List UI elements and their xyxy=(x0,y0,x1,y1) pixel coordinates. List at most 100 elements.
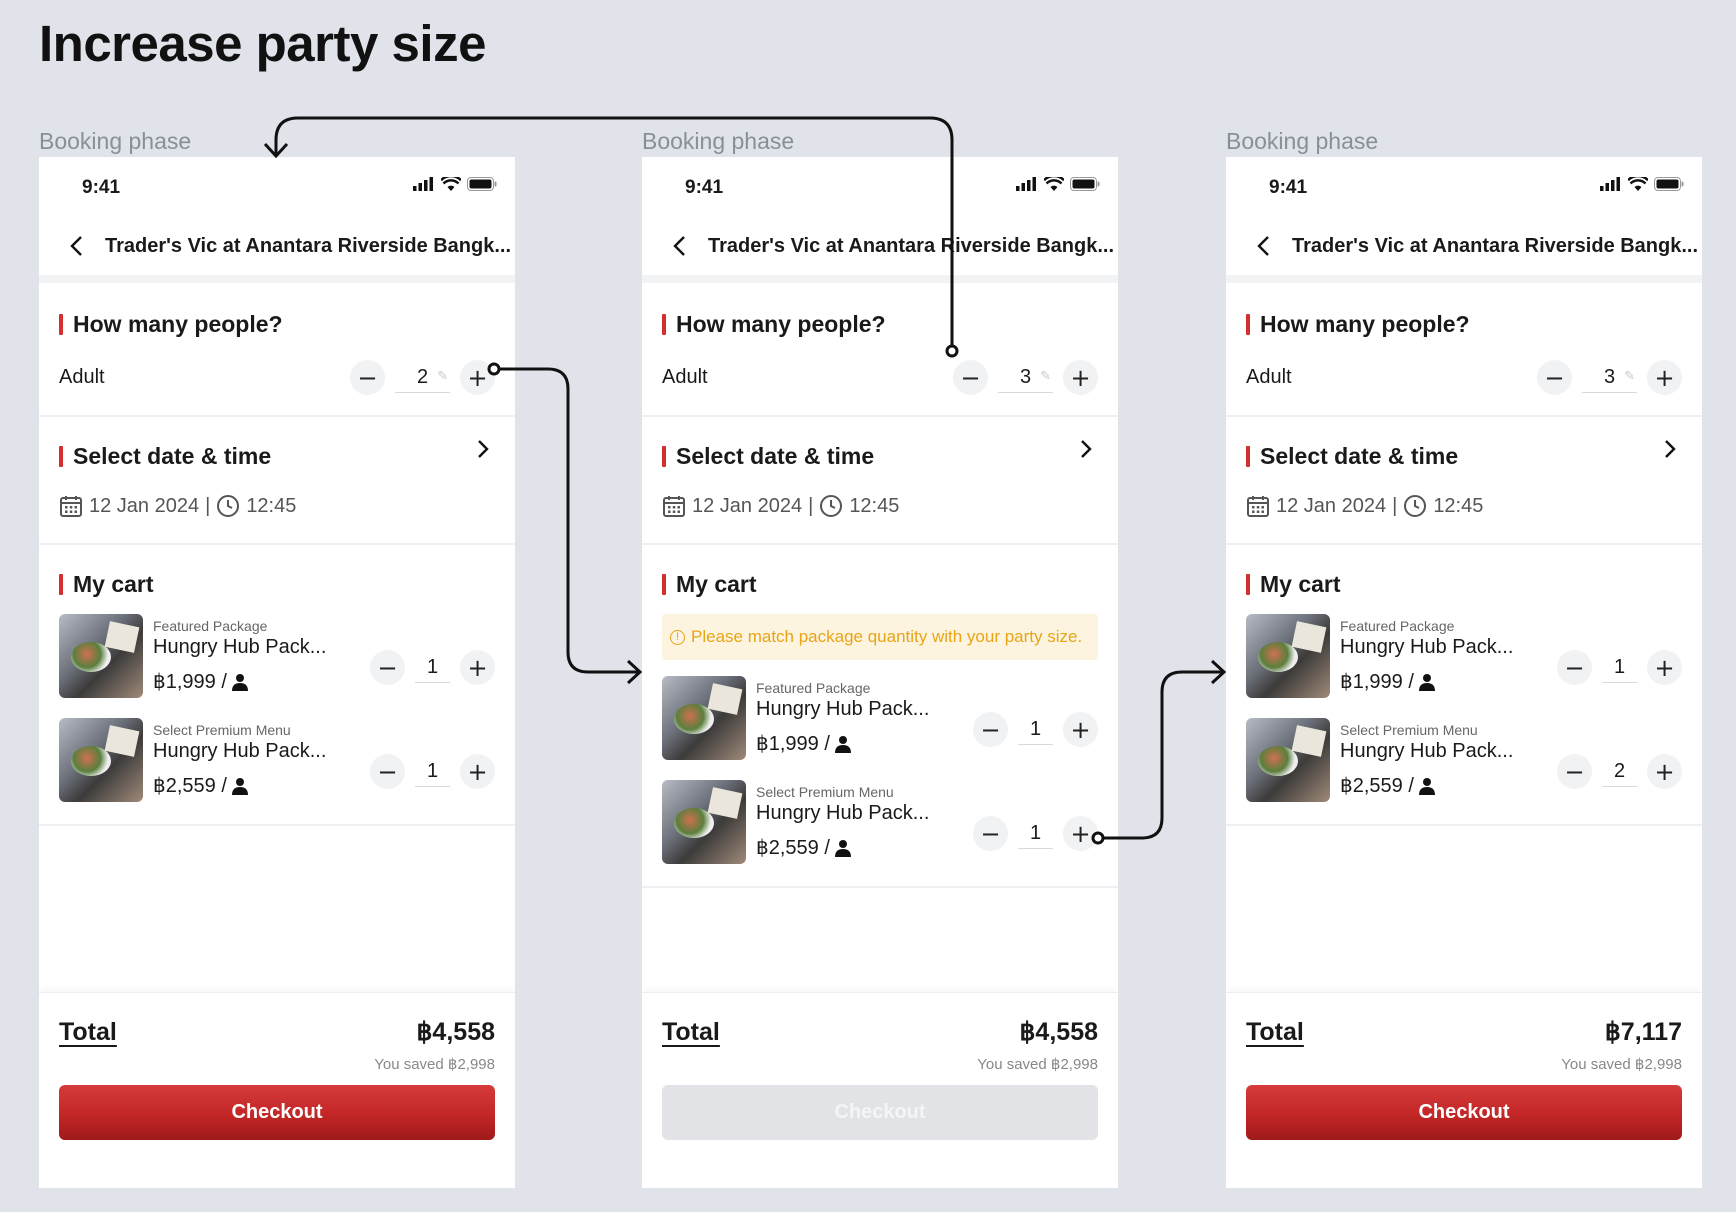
cart-item-premium: Select Premium Menu Hungry Hub Pack... ฿… xyxy=(59,708,495,812)
featured-minus-button[interactable]: − xyxy=(973,712,1008,747)
nav-bar: Trader's Vic at Anantara Riverside Bangk… xyxy=(642,217,1118,283)
checkout-label: Checkout xyxy=(231,1101,323,1123)
nav-bar: Trader's Vic at Anantara Riverside Bangk… xyxy=(39,217,515,283)
date-text: 12 Jan 2024 xyxy=(1276,494,1387,517)
time-text: 12:45 xyxy=(1433,494,1484,517)
featured-minus-button[interactable]: − xyxy=(1557,650,1592,685)
total-label[interactable]: Total xyxy=(59,1018,117,1047)
heading-label: Select date & time xyxy=(73,443,272,469)
datetime-section[interactable]: Select date & time 12 Jan 2024 | 12:45 xyxy=(39,417,515,543)
party-size-section: How many people? Adult − 3 ✎ + xyxy=(1226,283,1702,415)
adult-minus-button[interactable]: − xyxy=(953,360,988,395)
premium-qty: 1 xyxy=(426,759,439,782)
featured-qty: 1 xyxy=(1029,717,1042,740)
datetime-section[interactable]: Select date & time 12 Jan 2024 | 12:45 xyxy=(642,417,1118,543)
datetime-section[interactable]: Select date & time 12 Jan 2024 | 12:45 xyxy=(1226,417,1702,543)
premium-qty-stepper: − 1 + xyxy=(370,754,495,789)
wifi-icon xyxy=(1044,177,1064,191)
flow-arrow-3 xyxy=(1101,670,1224,840)
calendar-icon xyxy=(663,496,685,517)
total-label[interactable]: Total xyxy=(662,1018,720,1047)
adult-count-input[interactable]: 2 ✎ xyxy=(395,363,450,393)
premium-plus-button[interactable]: + xyxy=(1647,754,1682,789)
adult-plus-button[interactable]: + xyxy=(1063,360,1098,395)
plus-icon: + xyxy=(467,653,488,682)
premium-minus-button[interactable]: − xyxy=(973,816,1008,851)
page-title: Increase party size xyxy=(39,15,486,72)
cart-heading: My cart xyxy=(662,571,1098,598)
phase-label: Booking phase xyxy=(1226,128,1379,154)
package-image xyxy=(59,718,143,802)
separator: | xyxy=(205,494,211,517)
adult-count-input[interactable]: 3 ✎ xyxy=(998,363,1053,393)
adult-label: Adult xyxy=(662,366,708,388)
status-bar: 9:41 xyxy=(1226,157,1702,217)
checkout-button[interactable]: Checkout xyxy=(1246,1085,1682,1140)
featured-qty-input[interactable]: 1 xyxy=(415,653,450,683)
featured-minus-button[interactable]: − xyxy=(370,650,405,685)
premium-minus-button[interactable]: − xyxy=(370,754,405,789)
featured-plus-button[interactable]: + xyxy=(1063,712,1098,747)
adult-count-input[interactable]: 3 ✎ xyxy=(1582,363,1637,393)
restaurant-name: Trader's Vic at Anantara Riverside Bangk… xyxy=(708,234,1115,257)
chevron-right-icon[interactable] xyxy=(1664,439,1676,459)
featured-qty-stepper: − 1 + xyxy=(370,650,495,685)
minus-icon: − xyxy=(357,363,378,392)
minus-icon: − xyxy=(1564,653,1585,682)
back-button[interactable] xyxy=(664,231,694,261)
battery-icon xyxy=(1654,177,1684,191)
premium-minus-button[interactable]: − xyxy=(1557,754,1592,789)
datetime-heading: Select date & time xyxy=(1246,440,1682,470)
phone-screen-3: 9:41 Trader's Vic at Anantara Riverside … xyxy=(1226,157,1702,1188)
checkout-label: Checkout xyxy=(834,1101,926,1123)
premium-qty-input[interactable]: 2 xyxy=(1602,757,1637,787)
cart-item-premium: Select Premium Menu Hungry Hub Pack... ฿… xyxy=(1246,708,1682,812)
chevron-right-icon[interactable] xyxy=(477,439,489,459)
featured-plus-button[interactable]: + xyxy=(1647,650,1682,685)
heading-label: My cart xyxy=(676,571,757,597)
premium-plus-button[interactable]: + xyxy=(1063,816,1098,851)
cart-item-premium: Select Premium Menu Hungry Hub Pack... ฿… xyxy=(662,770,1098,874)
price-text: ฿1,999 / xyxy=(756,733,830,755)
premium-plus-button[interactable]: + xyxy=(460,754,495,789)
adult-minus-button[interactable]: − xyxy=(350,360,385,395)
adult-plus-button[interactable]: + xyxy=(460,360,495,395)
minus-icon: − xyxy=(960,363,981,392)
featured-qty-stepper: − 1 + xyxy=(973,712,1098,747)
phone-screen-2: 9:41 Trader's Vic at Anantara Riverside … xyxy=(642,157,1118,1188)
warning-text: Please match package quantity with your … xyxy=(691,627,1083,646)
back-button[interactable] xyxy=(61,231,91,261)
featured-qty-input[interactable]: 1 xyxy=(1018,715,1053,745)
party-size-heading: How many people? xyxy=(662,311,1098,338)
adult-row: Adult − 2 ✎ + xyxy=(59,360,495,395)
premium-qty-input[interactable]: 1 xyxy=(415,757,450,787)
featured-plus-button[interactable]: + xyxy=(460,650,495,685)
party-size-heading: How many people? xyxy=(1246,311,1682,338)
premium-qty: 2 xyxy=(1613,759,1626,782)
package-image xyxy=(1246,718,1330,802)
phone-screen-1: 9:41 Trader's Vic at Anantara Riverside … xyxy=(39,157,515,1188)
back-button[interactable] xyxy=(1248,231,1278,261)
adult-minus-button[interactable]: − xyxy=(1537,360,1572,395)
checkout-button[interactable]: Checkout xyxy=(662,1085,1098,1140)
checkout-button[interactable]: Checkout xyxy=(59,1085,495,1140)
package-image xyxy=(662,676,746,760)
datetime-value: 12 Jan 2024 | 12:45 xyxy=(662,494,1098,518)
price-text: ฿2,559 / xyxy=(756,837,830,859)
calendar-icon xyxy=(60,496,82,517)
plus-icon: + xyxy=(467,363,488,392)
plus-icon: + xyxy=(1654,363,1675,392)
status-time: 9:41 xyxy=(1269,177,1308,198)
featured-qty-input[interactable]: 1 xyxy=(1602,653,1637,683)
premium-qty-input[interactable]: 1 xyxy=(1018,819,1053,849)
restaurant-name: Trader's Vic at Anantara Riverside Bangk… xyxy=(105,234,512,257)
minus-icon: − xyxy=(980,819,1001,848)
premium-qty-stepper: − 1 + xyxy=(973,816,1098,851)
total-label[interactable]: Total xyxy=(1246,1018,1304,1047)
plus-icon: + xyxy=(1070,363,1091,392)
premium-qty-stepper: − 2 + xyxy=(1557,754,1682,789)
chevron-right-icon[interactable] xyxy=(1080,439,1092,459)
featured-qty: 1 xyxy=(426,655,439,678)
adult-plus-button[interactable]: + xyxy=(1647,360,1682,395)
saved-text: You saved ฿2,998 xyxy=(1561,1056,1682,1073)
